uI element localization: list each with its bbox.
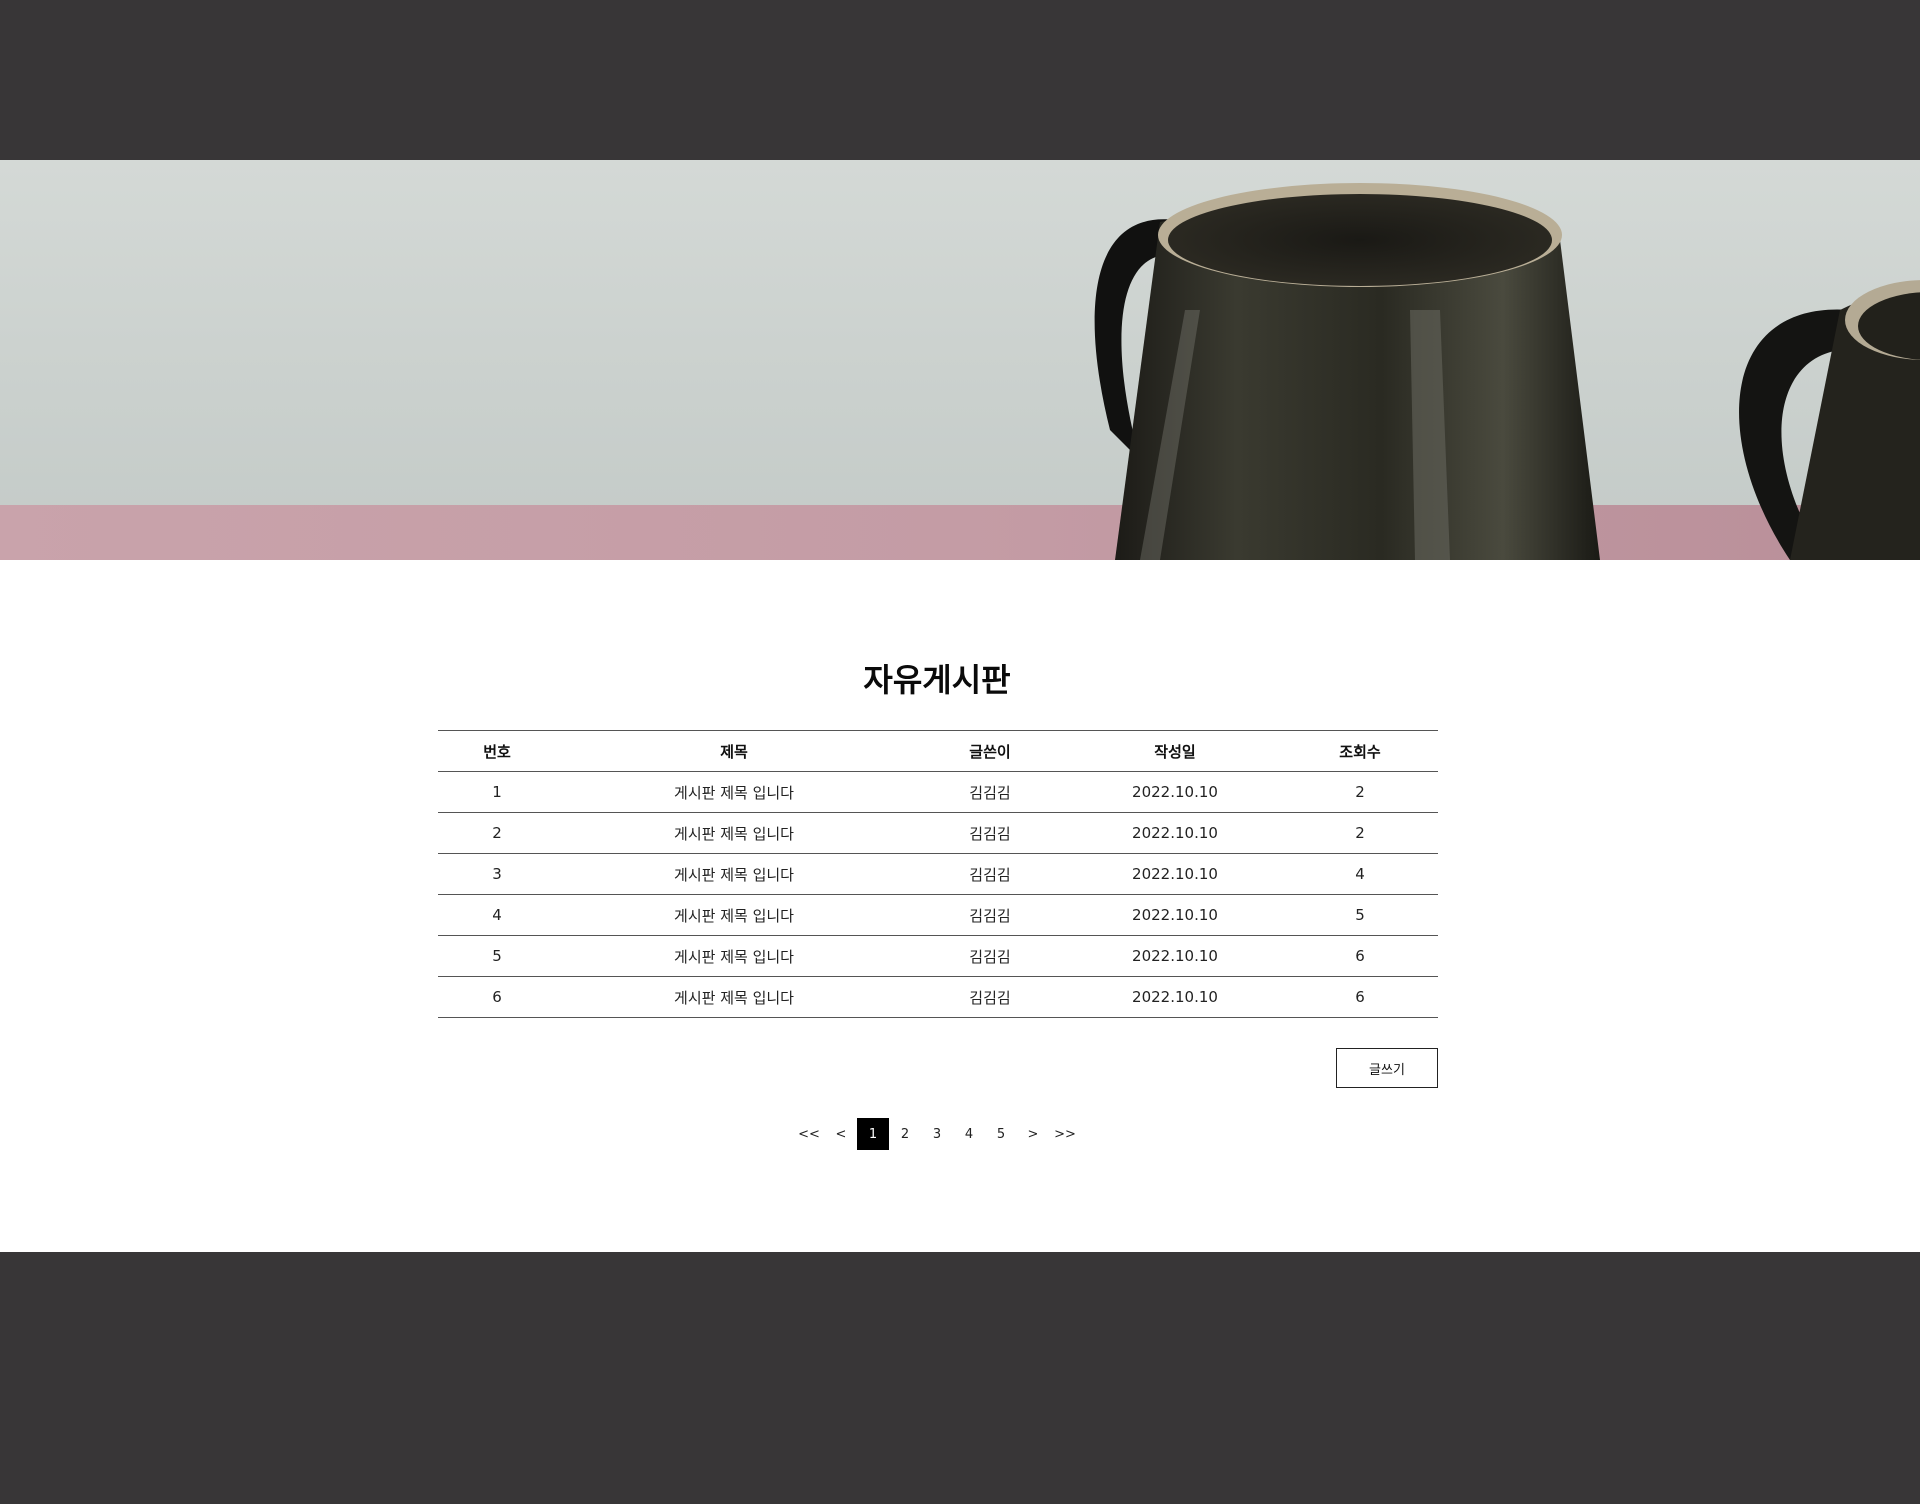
post-title-link[interactable]: 게시판 제목 입니다	[556, 894, 912, 936]
table-header-row: 번호 제목 글쓴이 작성일 조회수	[438, 730, 1438, 772]
post-title-link[interactable]: 게시판 제목 입니다	[556, 853, 912, 895]
post-author: 김김김	[912, 894, 1068, 936]
page-title: 자유게시판	[863, 661, 1011, 699]
post-number: 4	[438, 894, 556, 936]
table-row[interactable]: 6 게시판 제목 입니다 김김김 2022.10.10 6	[438, 976, 1438, 1018]
post-date: 2022.10.10	[1068, 976, 1282, 1018]
pagination: << < 1 2 3 4 5 > >>	[0, 1118, 1920, 1150]
board-table: 번호 제목 글쓴이 작성일 조회수 1 게시판 제목 입니다 김김김 2022.…	[438, 730, 1438, 1018]
column-header-author: 글쓴이	[912, 730, 1068, 772]
post-views: 6	[1282, 935, 1438, 977]
post-number: 2	[438, 812, 556, 854]
table-row[interactable]: 1 게시판 제목 입니다 김김김 2022.10.10 2	[438, 771, 1438, 813]
page-button-2[interactable]: 2	[889, 1118, 921, 1150]
post-views: 5	[1282, 894, 1438, 936]
post-author: 김김김	[912, 812, 1068, 854]
first-page-button[interactable]: <<	[793, 1118, 825, 1150]
table-row[interactable]: 2 게시판 제목 입니다 김김김 2022.10.10 2	[438, 812, 1438, 854]
prev-page-button[interactable]: <	[825, 1118, 857, 1150]
table-row[interactable]: 4 게시판 제목 입니다 김김김 2022.10.10 5	[438, 894, 1438, 936]
table-row[interactable]: 3 게시판 제목 입니다 김김김 2022.10.10 4	[438, 853, 1438, 895]
post-title-link[interactable]: 게시판 제목 입니다	[556, 976, 912, 1018]
post-author: 김김김	[912, 976, 1068, 1018]
board-section: 자유게시판 번호 제목 글쓴이 작성일 조회수 1 게시판 제목 입니다 김김김…	[0, 560, 1920, 1252]
post-date: 2022.10.10	[1068, 771, 1282, 813]
post-number: 1	[438, 771, 556, 813]
post-date: 2022.10.10	[1068, 812, 1282, 854]
post-number: 6	[438, 976, 556, 1018]
post-views: 2	[1282, 771, 1438, 813]
site-header	[0, 0, 1920, 160]
column-header-no: 번호	[438, 730, 556, 772]
column-header-date: 작성일	[1068, 730, 1282, 772]
post-views: 4	[1282, 853, 1438, 895]
table-row[interactable]: 5 게시판 제목 입니다 김김김 2022.10.10 6	[438, 935, 1438, 977]
post-date: 2022.10.10	[1068, 853, 1282, 895]
post-author: 김김김	[912, 935, 1068, 977]
page-button-1[interactable]: 1	[857, 1118, 889, 1150]
post-views: 6	[1282, 976, 1438, 1018]
write-post-button[interactable]: 글쓰기	[1336, 1048, 1438, 1088]
next-page-button[interactable]: >	[1017, 1118, 1049, 1150]
post-date: 2022.10.10	[1068, 935, 1282, 977]
column-header-views: 조회수	[1282, 730, 1438, 772]
post-views: 2	[1282, 812, 1438, 854]
post-number: 5	[438, 935, 556, 977]
post-date: 2022.10.10	[1068, 894, 1282, 936]
column-header-title: 제목	[556, 730, 912, 772]
page-button-5[interactable]: 5	[985, 1118, 1017, 1150]
post-author: 김김김	[912, 771, 1068, 813]
post-title-link[interactable]: 게시판 제목 입니다	[556, 771, 912, 813]
last-page-button[interactable]: >>	[1049, 1118, 1081, 1150]
post-number: 3	[438, 853, 556, 895]
hero-banner-image	[0, 160, 1920, 560]
post-author: 김김김	[912, 853, 1068, 895]
page-button-4[interactable]: 4	[953, 1118, 985, 1150]
mug-photo	[0, 160, 1920, 560]
post-title-link[interactable]: 게시판 제목 입니다	[556, 812, 912, 854]
site-footer	[0, 1252, 1920, 1504]
page-button-3[interactable]: 3	[921, 1118, 953, 1150]
post-title-link[interactable]: 게시판 제목 입니다	[556, 935, 912, 977]
